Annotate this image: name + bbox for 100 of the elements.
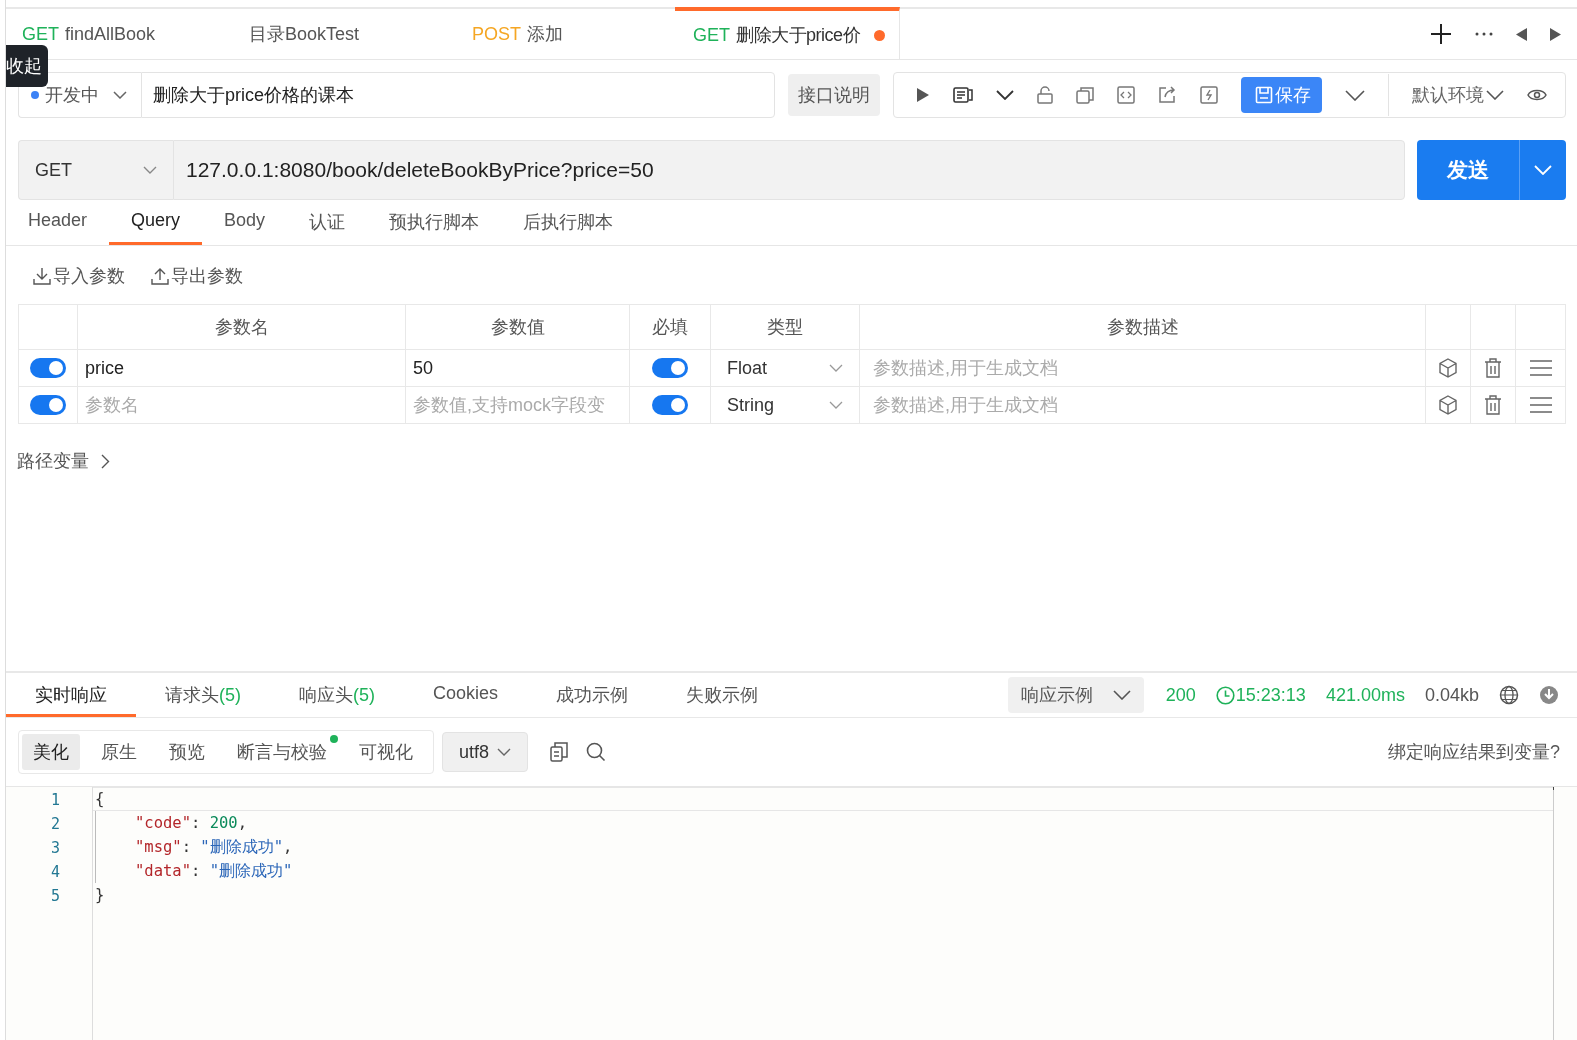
response-time: 15:23:13: [1215, 684, 1306, 706]
request-tab[interactable]: 目录BookTest: [229, 9, 452, 59]
send-button[interactable]: 发送: [1417, 140, 1519, 200]
response-tab[interactable]: 成功示例: [527, 673, 658, 717]
share-icon[interactable]: [1158, 86, 1177, 104]
download-icon: [33, 267, 51, 285]
type-select[interactable]: String: [711, 394, 859, 416]
chevron-down-icon: [1485, 90, 1504, 100]
more-icon[interactable]: [1475, 32, 1493, 36]
request-section-tab[interactable]: 认证: [287, 206, 368, 245]
trash-icon[interactable]: [1484, 395, 1502, 415]
required-toggle[interactable]: [652, 358, 688, 378]
chevron-down-icon[interactable]: [996, 90, 1015, 100]
chevron-down-icon: [829, 401, 843, 409]
trash-icon[interactable]: [1484, 358, 1502, 378]
code-line: "msg": "删除成功",: [135, 836, 293, 858]
request-tab[interactable]: POST 添加: [452, 9, 675, 59]
chevron-down-icon: [143, 166, 157, 174]
encoding-select[interactable]: utf8: [442, 732, 529, 772]
chevron-down-icon: [1112, 690, 1131, 700]
scroll-right-icon[interactable]: [1550, 27, 1561, 41]
status-code: 200: [1165, 684, 1196, 706]
scroll-left-icon[interactable]: [1516, 27, 1527, 41]
column-header: 参数值: [406, 305, 630, 349]
response-size: 0.04kb: [1424, 684, 1479, 706]
eye-icon[interactable]: [1526, 88, 1547, 102]
column-header: 参数描述: [860, 305, 1426, 349]
run-icon[interactable]: [916, 87, 930, 103]
chevron-down-icon: [829, 364, 843, 372]
status-label: 开发中: [45, 84, 99, 107]
name-field[interactable]: 删除大于price价格的课本: [141, 72, 775, 118]
request-section-tab[interactable]: Query: [109, 206, 203, 245]
save-icon: [1254, 86, 1273, 104]
code-line: }: [95, 886, 105, 904]
download-icon[interactable]: [1539, 685, 1559, 705]
url-field[interactable]: 127.0.0.1:8080/book/deleteBookByPrice?price=50: [173, 140, 1405, 200]
chevron-down-icon: [1534, 165, 1552, 175]
import-params-button[interactable]: 导入参数: [33, 264, 125, 288]
response-tab[interactable]: Cookies: [404, 673, 528, 717]
param-value-field[interactable]: 参数值,支持mock字段变: [406, 387, 629, 423]
code-line: "data": "删除成功": [135, 860, 293, 882]
method-select[interactable]: GET: [18, 140, 173, 200]
line-number: 2: [50, 814, 61, 835]
search-icon[interactable]: [586, 742, 607, 762]
cube-icon[interactable]: [1438, 395, 1458, 415]
export-params-button[interactable]: 导出参数: [151, 264, 243, 288]
chevron-down-icon: [113, 91, 127, 99]
line-number: 5: [50, 886, 61, 907]
enable-toggle[interactable]: [30, 395, 66, 415]
code-line: "code": 200,: [135, 814, 247, 832]
path-variables-toggle[interactable]: 路径变量: [17, 449, 110, 473]
document-icon[interactable]: [953, 87, 974, 103]
param-value-field[interactable]: 50: [406, 350, 629, 386]
cube-icon[interactable]: [1438, 358, 1458, 378]
response-tab[interactable]: 响应头(5): [270, 673, 404, 717]
bind-variable-link[interactable]: 绑定响应结果到变量?: [1388, 740, 1560, 764]
globe-icon[interactable]: [1499, 685, 1519, 705]
example-select[interactable]: 响应示例: [1007, 677, 1144, 713]
chevron-right-icon: [101, 453, 110, 469]
chevron-down-icon[interactable]: [1344, 89, 1365, 101]
column-header: 类型: [711, 305, 860, 349]
view-tab[interactable]: 断言与校验: [226, 734, 338, 770]
view-tab[interactable]: 预览: [158, 734, 216, 770]
lightning-icon[interactable]: [1199, 86, 1218, 104]
param-name-field[interactable]: 参数名: [78, 387, 405, 423]
doc-button[interactable]: 接口说明: [788, 74, 880, 116]
save-button[interactable]: 保存: [1240, 77, 1322, 113]
required-toggle[interactable]: [652, 395, 688, 415]
add-icon[interactable]: [1430, 23, 1452, 45]
request-tab[interactable]: GET 删除大于price价: [675, 7, 901, 59]
code-icon[interactable]: [1117, 86, 1136, 104]
line-number: 4: [50, 862, 61, 883]
request-section-tab[interactable]: Header: [6, 206, 110, 245]
response-tab[interactable]: 失败示例: [657, 673, 788, 717]
param-description-field[interactable]: 参数描述,用于生成文档: [860, 350, 1425, 386]
unlock-icon[interactable]: [1037, 86, 1054, 104]
drag-handle-icon[interactable]: [1529, 397, 1552, 413]
param-name-field[interactable]: price: [78, 350, 405, 386]
request-section-tab[interactable]: 后执行脚本: [501, 206, 636, 245]
view-tab[interactable]: 可视化: [348, 734, 424, 770]
response-tab[interactable]: 实时响应: [6, 673, 136, 717]
view-tab[interactable]: 美化: [22, 734, 80, 770]
copy-icon[interactable]: [1076, 86, 1095, 104]
line-number: 1: [50, 790, 61, 811]
column-header: 参数名: [78, 305, 406, 349]
environment-select[interactable]: 默认环境: [1411, 83, 1504, 107]
drag-handle-icon[interactable]: [1529, 360, 1552, 376]
upload-icon: [151, 267, 169, 285]
code-line: {: [95, 790, 105, 808]
type-select[interactable]: Float: [711, 357, 859, 379]
view-tab[interactable]: 原生: [90, 734, 148, 770]
line-number: 3: [50, 838, 61, 859]
enable-toggle[interactable]: [30, 358, 66, 378]
column-header: 必填: [630, 305, 711, 349]
request-section-tab[interactable]: Body: [202, 206, 288, 245]
copy-icon[interactable]: [550, 742, 569, 762]
request-section-tab[interactable]: 预执行脚本: [367, 206, 502, 245]
param-description-field[interactable]: 参数描述,用于生成文档: [860, 387, 1425, 423]
response-tab[interactable]: 请求头(5): [136, 673, 270, 717]
clock-icon: [1215, 685, 1235, 705]
